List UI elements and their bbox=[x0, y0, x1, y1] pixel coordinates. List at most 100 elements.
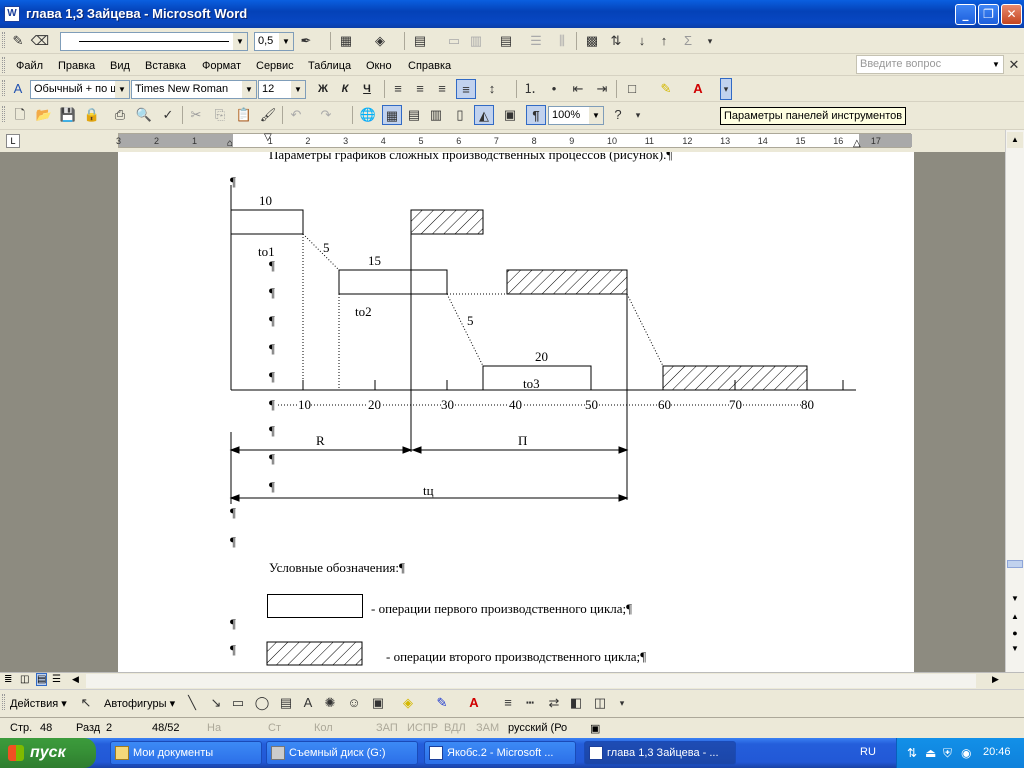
drawing-icon[interactable]: ◭ bbox=[474, 105, 494, 125]
menu-help[interactable]: Справка bbox=[408, 57, 451, 75]
italic-button[interactable]: К bbox=[336, 79, 354, 99]
zoom-select[interactable]: 100% ▼ bbox=[548, 106, 604, 125]
network-icon[interactable]: ⇅ bbox=[907, 746, 917, 760]
clip-art-icon[interactable]: ☺ bbox=[344, 693, 364, 713]
numbering-icon[interactable]: ⒈ bbox=[520, 79, 540, 99]
bullets-icon[interactable]: • bbox=[544, 79, 564, 99]
line-spacing-icon[interactable]: ↕ bbox=[482, 79, 502, 99]
minimize-button[interactable]: _ bbox=[955, 4, 976, 25]
toolbar-grip[interactable] bbox=[2, 106, 5, 122]
cut-icon[interactable]: ✂ bbox=[186, 105, 206, 125]
menu-window[interactable]: Окно bbox=[366, 57, 392, 75]
line-color-icon[interactable]: ✎ bbox=[432, 693, 452, 713]
text-box-icon[interactable]: ▤ bbox=[276, 693, 296, 713]
insert-excel-icon[interactable]: ▥ bbox=[426, 105, 446, 125]
wordart-icon[interactable]: A bbox=[298, 693, 318, 713]
toolbar-grip[interactable] bbox=[2, 694, 5, 710]
ask-question-input[interactable]: Введите вопрос ▼ bbox=[856, 55, 1004, 74]
columns-icon[interactable]: ▯ bbox=[450, 105, 470, 125]
status-extend[interactable]: ВДЛ bbox=[444, 722, 466, 734]
line-style-icon[interactable]: ≡ bbox=[498, 693, 518, 713]
menu-view[interactable]: Вид bbox=[110, 57, 130, 75]
autosum-icon[interactable]: Σ bbox=[678, 31, 698, 51]
shadow-icon[interactable]: ◧ bbox=[566, 693, 586, 713]
scroll-up-icon[interactable]: ▲ bbox=[1007, 132, 1023, 148]
format-painter-icon[interactable]: 🖌 bbox=[258, 105, 278, 125]
align-right-icon[interactable]: ≡ bbox=[432, 79, 452, 99]
status-record-macro[interactable]: ЗАП bbox=[376, 722, 398, 734]
scroll-right-icon[interactable]: ▶ bbox=[992, 674, 999, 685]
safely-remove-icon[interactable]: ⏏ bbox=[925, 746, 936, 760]
shading-color-icon[interactable]: ◈ bbox=[370, 31, 390, 51]
distribute-columns-icon[interactable]: ⫼ bbox=[552, 31, 572, 51]
sort-ascending-icon[interactable]: ↓ bbox=[632, 31, 652, 51]
outline-view-icon[interactable]: ☰ bbox=[52, 674, 61, 685]
permission-icon[interactable]: 🔒 bbox=[82, 105, 102, 125]
horizontal-scroll-track[interactable] bbox=[86, 674, 976, 688]
line-weight-select[interactable]: 0,5 ▼ bbox=[254, 32, 294, 51]
close-document-icon[interactable]: ✕ bbox=[1004, 55, 1024, 75]
rectangle-icon[interactable]: ▭ bbox=[228, 693, 248, 713]
chevron-down-icon[interactable]: ▼ bbox=[233, 33, 247, 50]
taskbar-item-active-doc[interactable]: глава 1,3 Зайцева - ... bbox=[584, 741, 736, 765]
draw-actions-menu[interactable]: Действия ▾ bbox=[10, 695, 67, 713]
status-overtype[interactable]: ЗАМ bbox=[476, 722, 499, 734]
style-select[interactable]: Обычный + по ш ▼ bbox=[30, 80, 130, 99]
align-center-icon[interactable]: ≡ bbox=[410, 79, 430, 99]
insert-table-icon[interactable]: ▤ bbox=[410, 31, 430, 51]
merge-cells-icon[interactable]: ▭ bbox=[444, 31, 464, 51]
menu-file[interactable]: Файл bbox=[16, 57, 43, 75]
status-track-changes[interactable]: ИСПР bbox=[407, 722, 438, 734]
tab-selector[interactable]: L bbox=[6, 134, 20, 148]
fill-color-icon[interactable]: ◈ bbox=[398, 693, 418, 713]
eraser-icon[interactable]: ⌫ bbox=[30, 31, 50, 51]
print-icon[interactable]: ⎙ bbox=[110, 105, 130, 125]
table-autoformat-icon[interactable]: ▩ bbox=[582, 31, 602, 51]
language-indicator[interactable]: RU bbox=[860, 746, 876, 758]
show-hide-marks-icon[interactable]: ¶ bbox=[526, 105, 546, 125]
previous-page-icon[interactable]: ▲ bbox=[1007, 610, 1023, 624]
scroll-left-icon[interactable]: ◀ bbox=[72, 674, 79, 685]
styles-and-formatting-icon[interactable]: A bbox=[8, 79, 28, 99]
chevron-down-icon[interactable]: ▼ bbox=[279, 33, 293, 50]
autoshapes-menu[interactable]: Автофигуры ▾ bbox=[104, 695, 175, 713]
normal-view-icon[interactable]: ≣ bbox=[4, 674, 12, 685]
pencil-icon[interactable]: ✎ bbox=[8, 31, 28, 51]
maximize-button[interactable]: ❐ bbox=[978, 4, 999, 25]
diagram-icon[interactable]: ✺ bbox=[320, 693, 340, 713]
menu-edit[interactable]: Правка bbox=[58, 57, 95, 75]
redo-icon[interactable]: ↷ bbox=[316, 105, 336, 125]
volume-icon[interactable]: ◉ bbox=[961, 746, 971, 760]
chevron-down-icon[interactable]: ▼ bbox=[291, 81, 305, 98]
right-indent-marker[interactable]: △ bbox=[853, 138, 861, 149]
spelling-status-icon[interactable]: ▣ bbox=[590, 722, 600, 735]
horizontal-ruler[interactable]: L 3 2 1 1 2 3 4 5 6 7 8 9 10 11 12 13 14 15 16 17 ⌂ ▽ △ bbox=[0, 130, 1024, 152]
paste-icon[interactable]: 📋 bbox=[234, 105, 254, 125]
chevron-down-icon[interactable]: ▼ bbox=[989, 56, 1003, 73]
left-indent-marker[interactable]: ⌂ bbox=[227, 138, 233, 149]
outside-border-icon[interactable]: □ bbox=[622, 79, 642, 99]
menu-insert[interactable]: Вставка bbox=[145, 57, 186, 75]
menu-tools[interactable]: Сервис bbox=[256, 57, 294, 75]
distribute-rows-icon[interactable]: ☰ bbox=[526, 31, 546, 51]
print-layout-icon[interactable]: ▤ bbox=[36, 673, 48, 686]
scroll-down-icon[interactable]: ▼ bbox=[1007, 592, 1023, 606]
3d-icon[interactable]: ◫ bbox=[590, 693, 610, 713]
taskbar-item-my-documents[interactable]: Мои документы bbox=[110, 741, 262, 765]
line-icon[interactable]: ╲ bbox=[182, 693, 202, 713]
font-size-select[interactable]: 12 ▼ bbox=[258, 80, 306, 99]
first-line-indent-marker[interactable]: ▽ bbox=[264, 132, 272, 143]
font-color-icon[interactable]: A bbox=[688, 79, 708, 99]
new-document-icon[interactable]: 🗋 bbox=[10, 105, 30, 125]
underline-button[interactable]: Ч bbox=[358, 79, 376, 99]
print-preview-icon[interactable]: 🔍 bbox=[134, 105, 154, 125]
dash-style-icon[interactable]: ┅ bbox=[520, 693, 540, 713]
open-icon[interactable]: 📂 bbox=[34, 105, 54, 125]
start-button[interactable]: пуск bbox=[0, 738, 96, 768]
align-left-icon[interactable]: ≡ bbox=[388, 79, 408, 99]
web-view-icon[interactable]: ◫ bbox=[20, 674, 29, 685]
menu-table[interactable]: Таблица bbox=[308, 57, 351, 75]
toolbar-grip[interactable] bbox=[2, 57, 5, 73]
hyperlink-icon[interactable]: 🌐 bbox=[358, 105, 378, 125]
increase-indent-icon[interactable]: ⇥ bbox=[592, 79, 612, 99]
